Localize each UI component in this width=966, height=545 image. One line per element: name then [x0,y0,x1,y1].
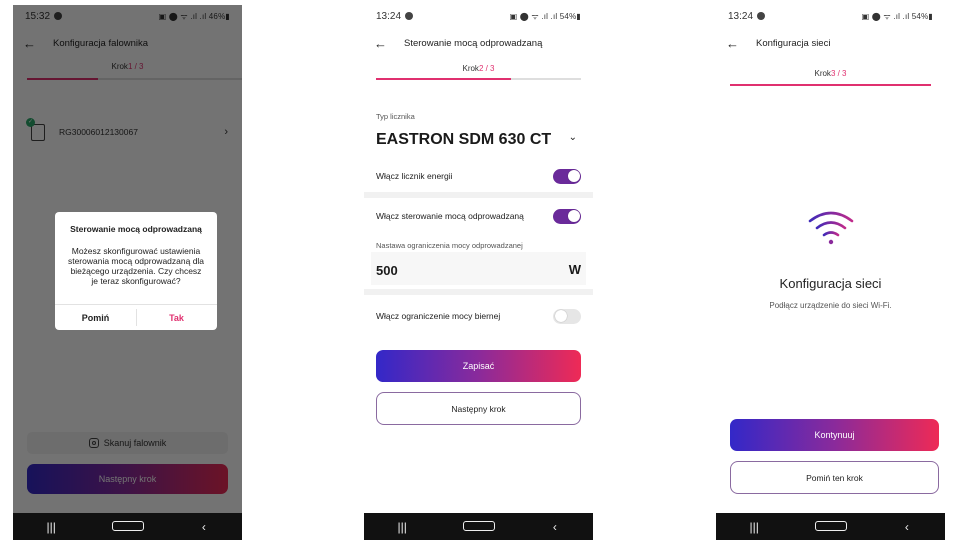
android-nav-bar: ||| ‹ [13,513,242,540]
step-count: 2 / 3 [478,64,495,73]
export-control-toggle[interactable] [553,208,581,224]
page-title: Konfiguracja sieci [756,37,831,49]
reactive-power-toggle-row: Włącz ograniczenie mocy biernej [376,306,581,326]
notification-icon [757,12,766,20]
step-label: Krok [462,64,479,73]
next-step-label: Następny krok [451,403,506,414]
dialog-confirm-button[interactable]: Tak [136,305,217,330]
back-nav-icon[interactable]: ‹ [892,520,922,534]
energy-meter-toggle-row: Włącz licznik energii [376,166,581,186]
back-nav-icon[interactable]: ‹ [189,520,219,534]
network-title: Konfiguracja sieci [779,276,882,291]
status-bar: 13:24 ▣ ⬤ ᯤ .ıl .ıl 54%▮ [716,5,945,27]
save-label: Zapisać [462,361,495,371]
energy-meter-label: Włącz licznik energii [376,171,453,181]
app-header: ← Konfiguracja falownika [13,33,242,53]
network-subtitle: Podłącz urządzenie do sieci Wi-Fi. [769,301,892,310]
inverter-icon: ✓ [26,117,45,141]
section-divider [364,192,593,198]
dialog-actions: Pomiń Tak [55,305,217,330]
home-icon[interactable] [815,520,848,534]
step-label: Krok [814,69,831,78]
dialog-message: Możesz skonfigurować ustawienia sterowan… [67,246,205,286]
step-indicator: Krok2 / 3 [364,64,593,73]
phone-screen-export-control: 13:24 ▣ ⬤ ᯤ .ıl .ıl 54%▮ ← Sterowanie mo… [364,5,593,540]
step-progress [27,78,242,80]
dialog-button-divider [136,309,137,326]
camera-icon [88,438,99,448]
status-indicators: ▣ ⬤ ᯤ .ıl .ıl 46%▮ [158,11,230,21]
home-icon[interactable] [463,520,496,534]
step-count: 1 / 3 [127,62,144,71]
energy-meter-toggle[interactable] [553,168,581,184]
chevron-right-icon: › [224,126,228,138]
status-indicators: ▣ ⬤ ᯤ .ıl .ıl 54%▮ [509,11,581,21]
next-step-label: Następny krok [98,474,157,484]
phone-screen-inverter-config: 15:32 ▣ ⬤ ᯤ .ıl .ıl 46%▮ ← Konfiguracja … [13,5,242,540]
app-header: ← Konfiguracja sieci [716,33,945,53]
dialog-skip-button[interactable]: Pomiń [55,305,136,330]
export-control-toggle-row: Włącz sterowanie mocą odprowadzaną [376,206,581,226]
notification-icon [405,12,414,20]
reactive-power-toggle[interactable] [553,308,581,324]
back-arrow-icon[interactable]: ← [374,36,390,51]
status-time: 13:24 [376,10,402,22]
skip-step-label: Pomiń ten krok [806,472,863,483]
device-serial: RG30006012130067 [59,127,138,137]
back-arrow-icon[interactable]: ← [726,36,742,51]
continue-button[interactable]: Kontynuuj [730,419,939,451]
notification-icon [54,12,63,20]
status-indicators: ▣ ⬤ ᯤ .ıl .ıl 54%▮ [861,11,933,21]
continue-label: Kontynuuj [814,430,855,440]
reactive-power-label: Włącz ograniczenie mocy biernej [376,311,501,321]
recents-icon[interactable]: ||| [739,520,769,534]
step-progress-fill [27,78,98,80]
recents-icon[interactable]: ||| [387,520,417,534]
back-arrow-icon[interactable]: ← [23,36,39,51]
meter-type-select[interactable]: EASTRON SDM 630 CT [376,131,551,149]
export-limit-input[interactable] [371,252,586,285]
step-progress-fill [730,84,931,86]
phone-screen-network-config: 13:24 ▣ ⬤ ᯤ .ıl .ıl 54%▮ ← Konfiguracja … [716,5,945,540]
android-nav-bar: ||| ‹ [364,513,593,540]
check-icon: ✓ [26,117,35,127]
home-icon[interactable] [112,520,145,534]
step-count: 3 / 3 [830,69,847,78]
dialog-title: Sterowanie mocą odprowadzaną [70,224,202,234]
status-time: 13:24 [728,10,754,22]
export-control-label: Włącz sterowanie mocą odprowadzaną [376,211,524,221]
section-divider [364,289,593,295]
next-step-button[interactable]: Następny krok [27,464,228,494]
export-limit-value[interactable]: 500 [376,263,398,278]
back-nav-icon[interactable]: ‹ [540,520,570,534]
status-bar: 13:24 ▣ ⬤ ᯤ .ıl .ıl 54%▮ [364,5,593,27]
step-progress [730,84,931,86]
status-time: 15:32 [25,10,51,22]
scan-inverter-label: Skanuj falownik [103,438,167,448]
wifi-icon [808,211,854,245]
page-title: Konfiguracja falownika [53,37,149,49]
skip-step-button[interactable]: Pomiń ten krok [730,461,939,494]
step-indicator: Krok1 / 3 [13,62,242,71]
android-nav-bar: ||| ‹ [716,513,945,540]
step-progress-fill [376,78,512,80]
step-label: Krok [111,62,128,71]
export-control-dialog: Sterowanie mocą odprowadzaną Możesz skon… [55,212,217,330]
status-bar: 15:32 ▣ ⬤ ᯤ .ıl .ıl 46%▮ [13,5,242,27]
next-step-button[interactable]: Następny krok [376,392,581,425]
meter-type-label: Typ licznika [376,112,415,121]
page-title: Sterowanie mocą odprowadzaną [404,37,543,49]
save-button[interactable]: Zapisać [376,350,581,382]
app-header: ← Sterowanie mocą odprowadzaną [364,33,593,53]
device-list-item[interactable]: ✓ RG30006012130067 › [26,117,228,146]
step-indicator: Krok3 / 3 [716,69,945,78]
step-progress [376,78,581,80]
export-limit-unit: W [568,262,581,277]
scan-inverter-button[interactable]: Skanuj falownik [27,432,228,454]
export-limit-label: Nastawa ograniczenia mocy odprowadzanej [376,241,523,250]
recents-icon[interactable]: ||| [36,520,66,534]
chevron-down-icon[interactable]: ⌄ [569,132,577,143]
